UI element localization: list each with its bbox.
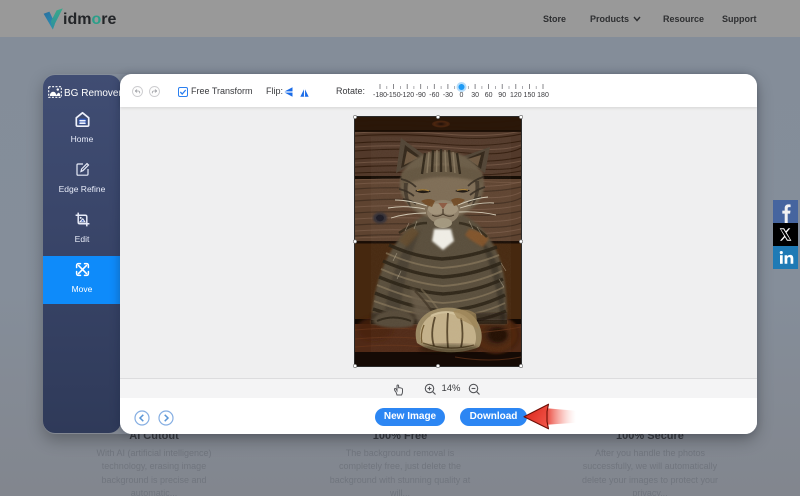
svg-text:-90: -90 [416, 92, 426, 99]
svg-text:30: 30 [471, 92, 479, 99]
svg-text:-60: -60 [429, 92, 439, 99]
svg-text:-180: -180 [373, 92, 387, 99]
svg-text:180: 180 [537, 92, 549, 99]
svg-text:0: 0 [460, 92, 464, 99]
svg-text:-150: -150 [387, 92, 401, 99]
svg-text:150: 150 [524, 92, 536, 99]
svg-text:60: 60 [485, 92, 493, 99]
svg-text:90: 90 [498, 92, 506, 99]
svg-text:-30: -30 [443, 92, 453, 99]
svg-text:-120: -120 [400, 92, 414, 99]
svg-text:120: 120 [510, 92, 522, 99]
